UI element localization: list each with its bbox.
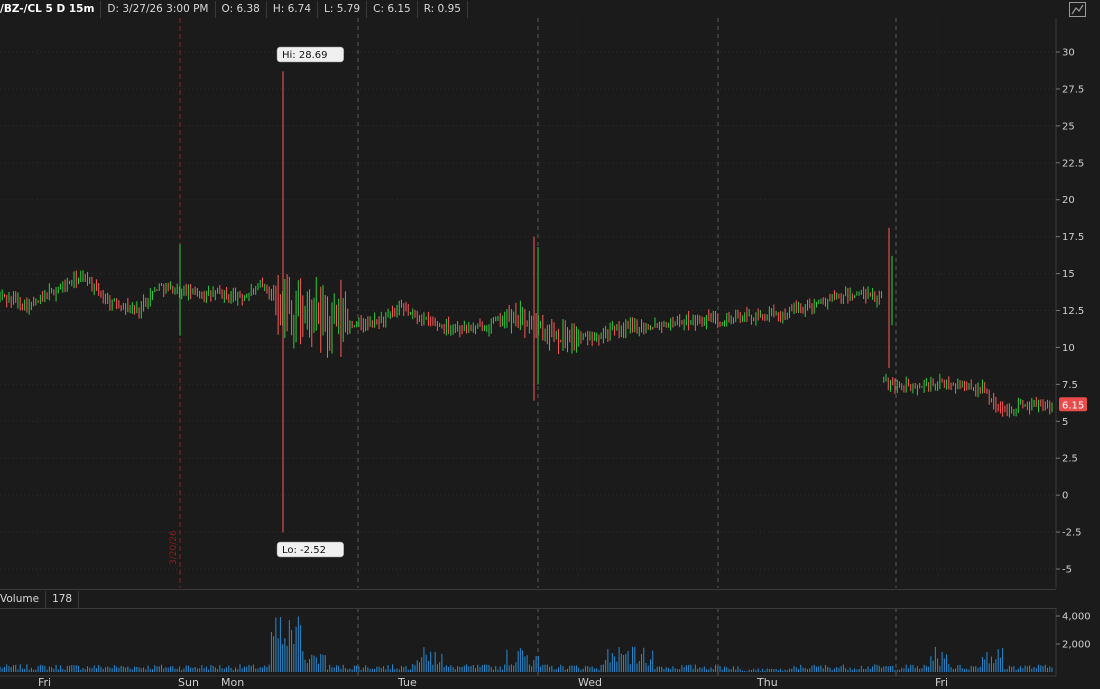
y-tick-label: 15 (1062, 269, 1075, 280)
last-price-label: 6.15 (1062, 400, 1084, 411)
volume-axis: 4,000 2,000 (1055, 608, 1091, 676)
volume-tick-label: 2,000 (1062, 640, 1091, 651)
y-tick-label: 10 (1062, 343, 1075, 354)
y-tick-label: -5 (1062, 565, 1072, 576)
high-readout: H: 6.74 (267, 0, 318, 18)
volume-tick-label: 4,000 (1062, 612, 1091, 623)
price-grid (0, 51, 1056, 570)
chart-settings-icon[interactable] (1069, 2, 1086, 17)
chart-header: /BZ-/CL 5 D 15m D: 3/27/26 3:00 PM O: 6.… (0, 0, 468, 18)
y-tick-label: 2.5 (1062, 454, 1078, 465)
y-tick-label: 30 (1062, 48, 1075, 59)
y-tick-label: 7.5 (1062, 380, 1078, 391)
last-price-marker: 6.15 (1059, 397, 1087, 412)
x-tick-label: Fri (935, 676, 948, 689)
lo-annotation: Lo: -2.52 (276, 541, 344, 558)
y-tick-label: -2.5 (1062, 528, 1082, 539)
close-readout: C: 6.15 (367, 0, 418, 18)
x-tick-label: Mon (221, 676, 244, 689)
y-tick-label: 17.5 (1062, 232, 1084, 243)
range-readout: R: 0.95 (418, 0, 468, 18)
volume-header: Volume 178 (0, 589, 1056, 609)
y-tick-label: 0 (1062, 491, 1068, 502)
x-tick-label: Tue (397, 676, 417, 689)
x-tick-label: Sun (178, 676, 199, 689)
y-tick-label: 25 (1062, 121, 1075, 132)
open-readout: O: 6.38 (216, 0, 267, 18)
x-tick-label: Fri (38, 676, 51, 689)
annotation-text: Lo: -2.52 (282, 545, 326, 556)
price-axis: 30 27.5 25 22.5 20 17.5 15 12.5 10 7.5 5 2.5 0 -2.5 -5 (1055, 18, 1084, 588)
session-separator: 3/20/26 (169, 18, 181, 588)
y-tick-label: 22.5 (1062, 158, 1084, 169)
chart-canvas[interactable]: 3/20/26 Hi: 28.69 Lo: -2.52 30 27.5 25 22.5 2… (0, 0, 1100, 689)
annotation-text: Hi: 28.69 (282, 50, 327, 61)
y-tick-label: 27.5 (1062, 84, 1084, 95)
y-tick-label: 12.5 (1062, 306, 1084, 317)
volume-label[interactable]: Volume (0, 590, 47, 608)
y-tick-label: 20 (1062, 195, 1075, 206)
hi-annotation: Hi: 28.69 (276, 46, 344, 63)
time-axis: Fri Sun Mon Tue Wed Thu Fri (0, 675, 1056, 689)
date-readout: D: 3/27/26 3:00 PM (101, 0, 216, 18)
volume-bars (0, 616, 1053, 672)
x-tick-label: Thu (756, 676, 778, 689)
x-tick-label: Wed (578, 676, 602, 689)
session-separator-label: 3/20/26 (169, 530, 179, 565)
symbol-label[interactable]: /BZ-/CL 5 D 15m (0, 0, 102, 18)
volume-value: 178 (46, 590, 80, 608)
candlestick-series (0, 71, 1053, 533)
low-readout: L: 5.79 (318, 0, 368, 18)
y-tick-label: 5 (1062, 417, 1068, 428)
